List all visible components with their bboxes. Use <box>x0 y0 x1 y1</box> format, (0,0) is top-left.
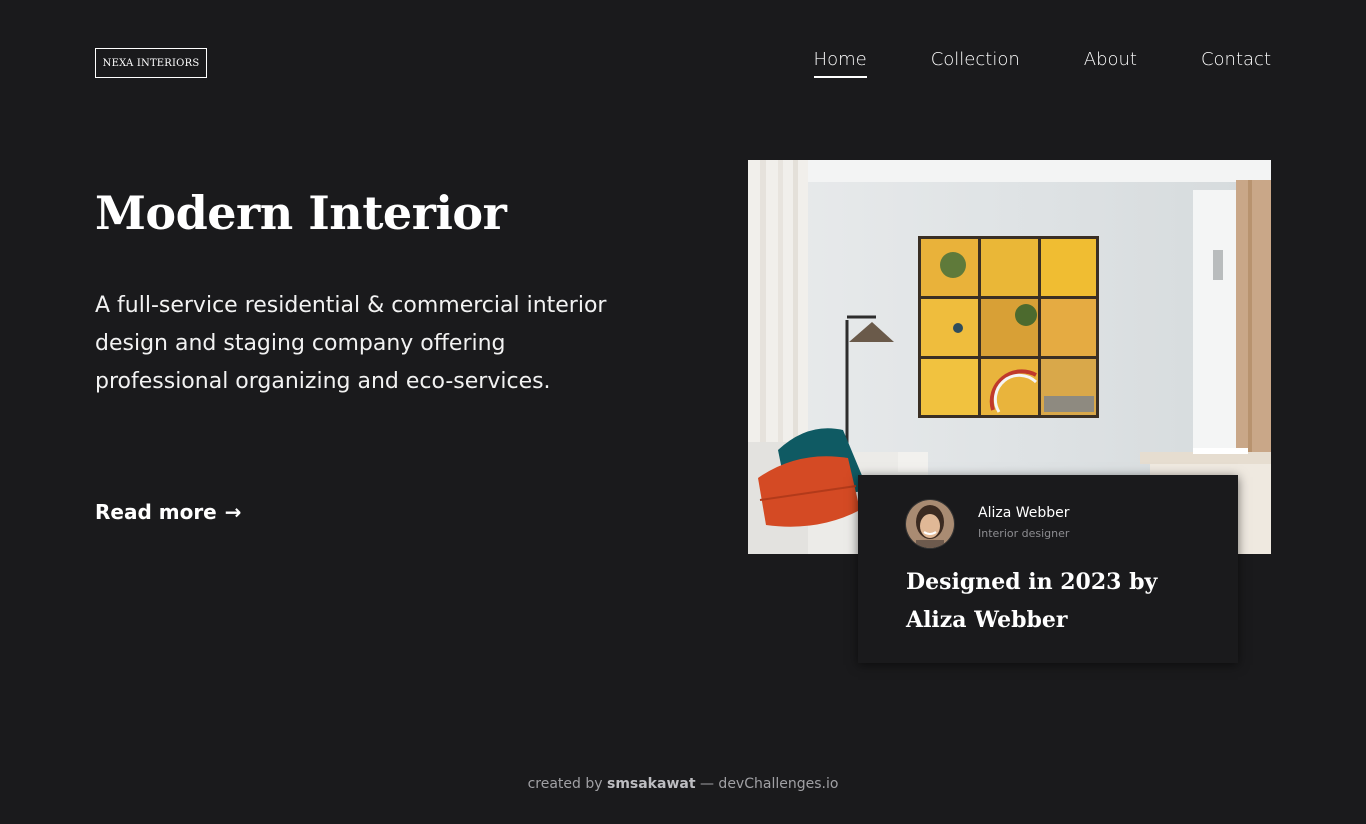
nav-item-home[interactable]: Home <box>813 49 867 78</box>
brand-logo[interactable]: NEXA INTERIORS <box>95 48 207 78</box>
read-more-link[interactable]: Read more → <box>95 500 242 524</box>
card-title: Designed in 2023 by Aliza Webber <box>906 569 1158 633</box>
footer-author-link[interactable]: smsakawat <box>607 776 696 792</box>
nav-item-about[interactable]: About <box>1084 49 1137 78</box>
footer-credit: created by smsakawat — devChallenges.io <box>0 776 1366 792</box>
arrow-right-icon: → <box>224 500 242 524</box>
brand-logo-text: NEXA INTERIORS <box>102 57 200 69</box>
author-role: Interior designer <box>978 527 1070 540</box>
hero-description: A full-service residential & commercial … <box>95 293 607 394</box>
hero-title: Modern Interior <box>95 186 507 240</box>
footer-prefix: created by <box>527 776 603 792</box>
read-more-label: Read more <box>95 500 217 524</box>
author-name: Aliza Webber <box>978 505 1070 521</box>
main-nav: Home Collection About Contact <box>813 49 1271 78</box>
footer-suffix: — devChallenges.io <box>699 776 839 792</box>
designer-card: Aliza Webber Interior designer Designed … <box>858 475 1238 663</box>
nav-item-collection[interactable]: Collection <box>931 49 1020 78</box>
nav-item-contact[interactable]: Contact <box>1201 49 1271 78</box>
avatar <box>905 499 955 549</box>
